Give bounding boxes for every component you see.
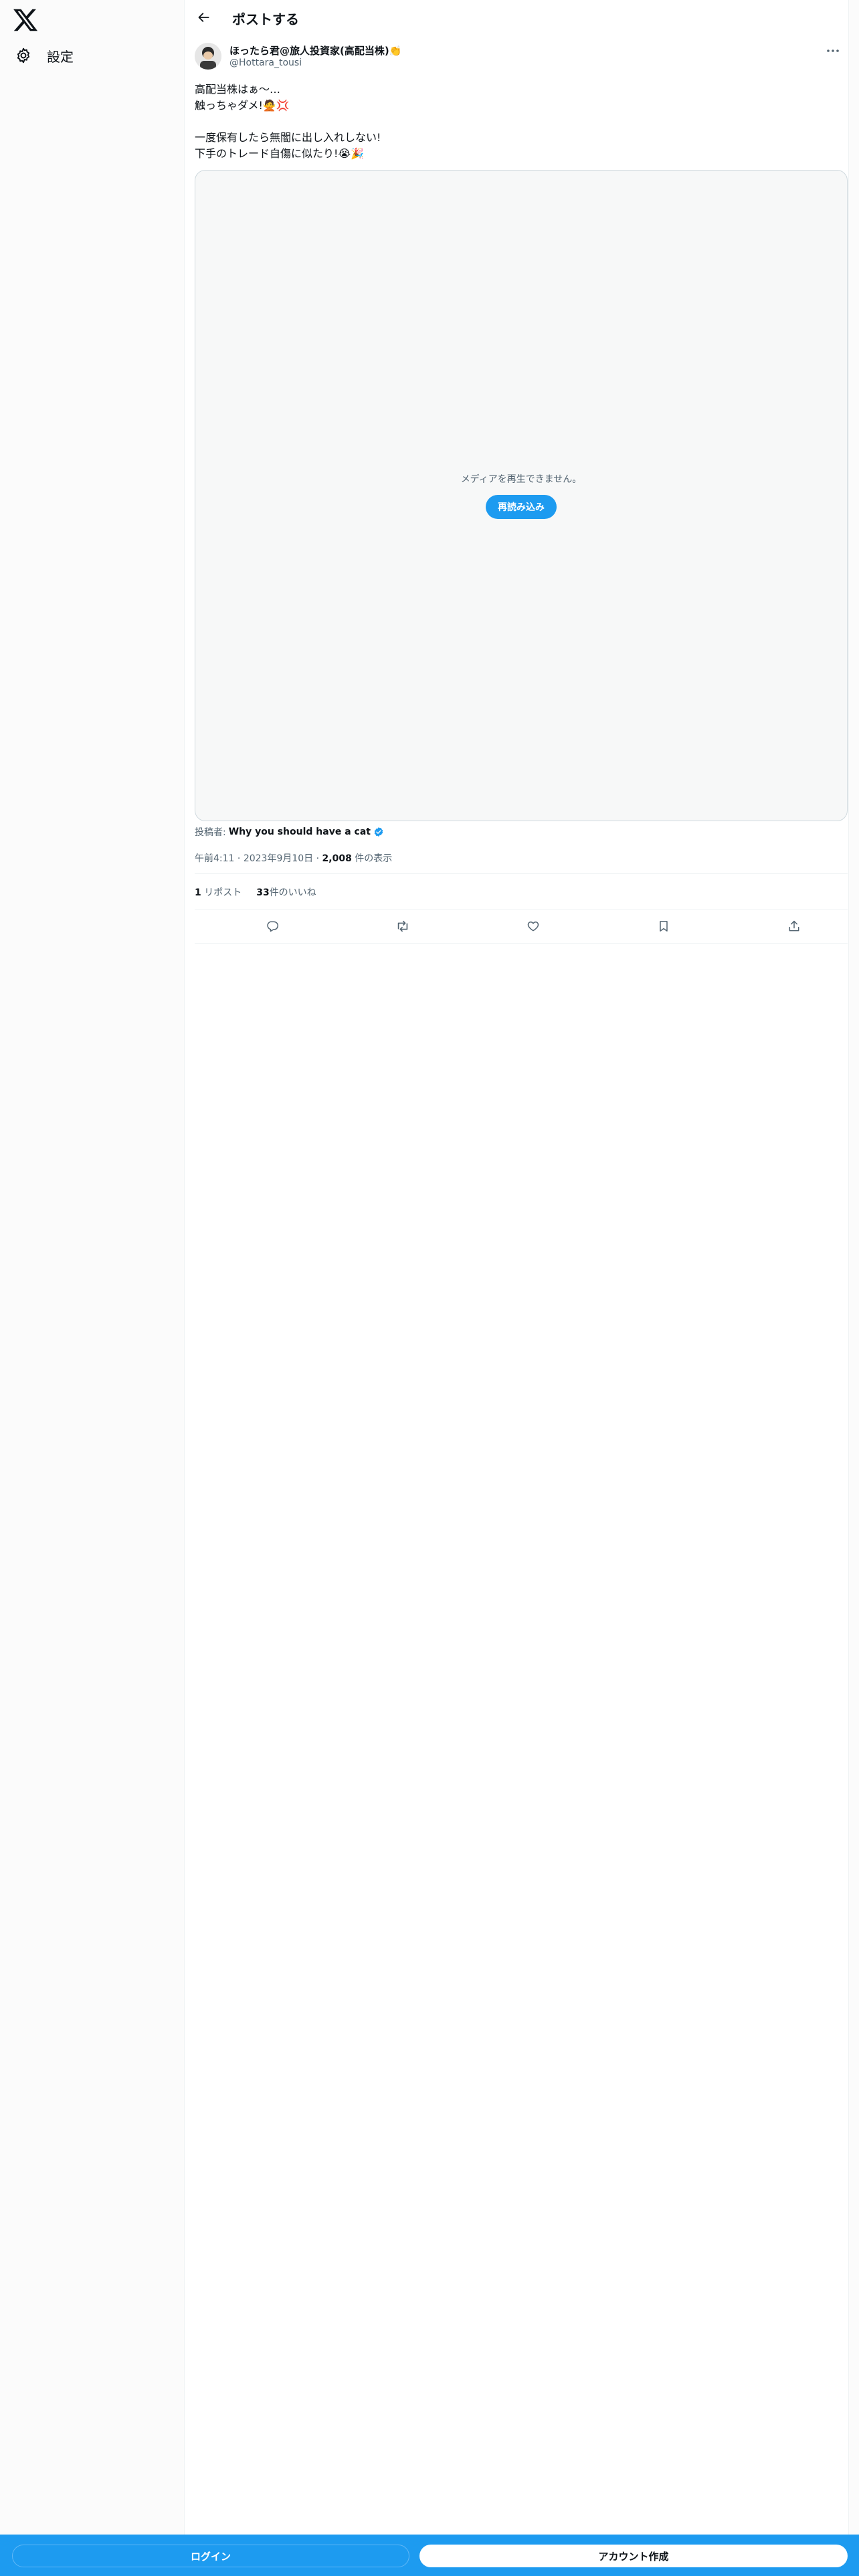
like-icon: [527, 920, 540, 933]
posted-by-account[interactable]: Why you should have a cat: [229, 827, 371, 837]
media-container: メディアを再生できません。 再読み込み: [195, 170, 848, 821]
divider: [195, 873, 848, 874]
x-logo-icon[interactable]: [12, 7, 39, 33]
reply-button[interactable]: [260, 914, 284, 938]
avatar[interactable]: [195, 43, 221, 70]
sidebar-item-label: 設定: [47, 48, 74, 65]
post-text: 高配当株はぁ〜… 触っちゃダメ!🙅💢 一度保有したら無闇に出し入れしない! 下手…: [195, 82, 837, 162]
login-button[interactable]: ログイン: [12, 2545, 409, 2567]
post-stats: 1 リポスト 33件のいいね: [195, 885, 316, 899]
sidebar-item-settings[interactable]: 設定: [7, 41, 82, 70]
verified-badge-icon: [373, 827, 384, 837]
posted-by: 投稿者: Why you should have a cat: [195, 825, 384, 839]
page-header: ポストする: [185, 0, 849, 35]
main-area: ポストする ほったら君@旅人投資家(高配当株)👏 @Hottara_tousi: [185, 0, 859, 2535]
page-title: ポストする: [232, 11, 299, 27]
post-time[interactable]: 午前4:11: [195, 853, 234, 864]
author-handle[interactable]: @Hottara_tousi: [229, 58, 302, 68]
left-sidebar: 設定: [0, 0, 185, 2535]
views-count: 2,008: [322, 853, 352, 864]
signup-button[interactable]: アカウント作成: [419, 2545, 848, 2567]
back-button[interactable]: [192, 5, 216, 29]
author-name[interactable]: ほったら君@旅人投資家(高配当株)👏: [229, 43, 401, 58]
like-button[interactable]: [521, 914, 545, 938]
more-options-button[interactable]: [822, 41, 844, 60]
post-text-line: [195, 114, 837, 130]
post-text-line: 一度保有したら無闇に出し入れしない!: [195, 131, 381, 144]
share-button[interactable]: [782, 914, 806, 938]
post-text-line: 高配当株はぁ〜…: [195, 83, 281, 96]
reposts-label: リポスト: [204, 887, 242, 898]
action-bar: [195, 913, 848, 940]
reposts-stat[interactable]: 1 リポスト: [195, 885, 242, 899]
post-author: ほったら君@旅人投資家(高配当株)👏 @Hottara_tousi: [195, 41, 844, 72]
likes-label: 件のいいね: [269, 887, 316, 898]
bookmark-icon: [657, 920, 670, 933]
repost-button[interactable]: [391, 914, 415, 938]
page: 設定 ポストする ほったら君@旅人投資家(高配当株)👏 @Hottara_tou…: [0, 0, 859, 2576]
gear-icon: [15, 47, 32, 64]
likes-count: 33: [256, 887, 270, 898]
post-column: ポストする ほったら君@旅人投資家(高配当株)👏 @Hottara_tousi: [185, 0, 849, 2535]
post-text-line: 下手のトレード自傷に似たり!😭🎉: [195, 147, 365, 160]
more-icon: [826, 49, 840, 53]
post-date[interactable]: 2023年9月10日: [244, 853, 313, 864]
reload-button[interactable]: 再読み込み: [486, 495, 557, 519]
media-error-message: メディアを再生できません。: [460, 474, 582, 485]
likes-stat[interactable]: 33件のいいね: [256, 885, 316, 899]
bookmark-button[interactable]: [652, 914, 676, 938]
posted-by-prefix: 投稿者:: [195, 827, 226, 838]
back-arrow-icon: [197, 11, 211, 24]
divider: [195, 909, 848, 910]
reply-icon: [266, 920, 279, 933]
separator: ·: [316, 853, 320, 864]
views-label: 件の表示: [355, 853, 393, 864]
reposts-count: 1: [195, 887, 201, 898]
divider: [195, 943, 848, 944]
share-icon: [787, 920, 801, 933]
post-meta: 午前4:11 · 2023年9月10日 · 2,008 件の表示: [195, 851, 392, 865]
separator: ·: [237, 853, 241, 864]
bottom-signup-bar: ログイン アカウント作成: [0, 2535, 859, 2576]
post-text-line: 触っちゃダメ!🙅💢: [195, 99, 290, 112]
repost-icon: [395, 919, 410, 934]
